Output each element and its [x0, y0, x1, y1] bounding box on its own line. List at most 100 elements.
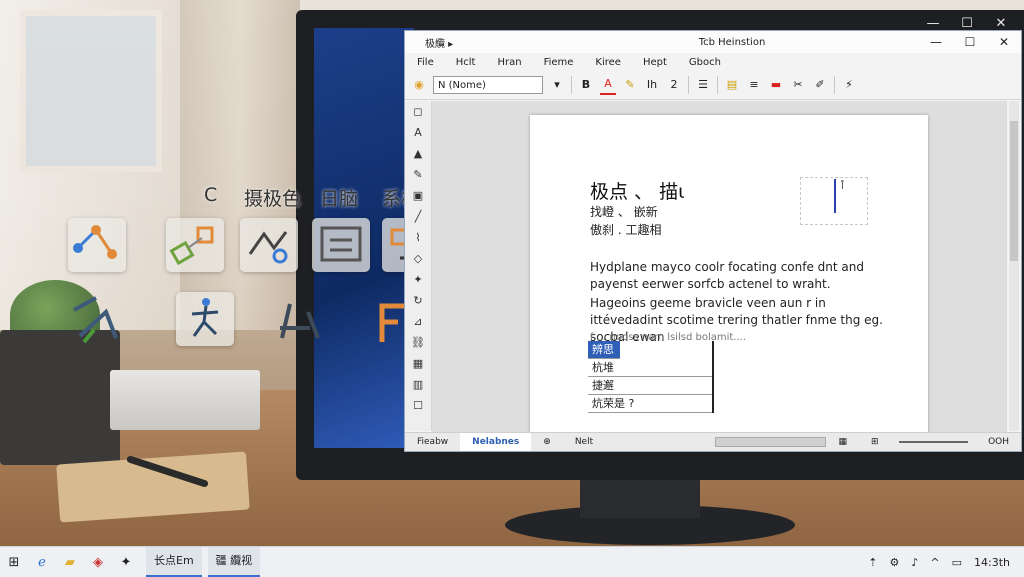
- window-controls: — ☐ ✕: [919, 35, 1021, 49]
- system-tray: ⇡ ⚙ ♪ ^ ▭ 14:3th: [868, 556, 1024, 569]
- menu-hran[interactable]: Hran: [497, 57, 521, 68]
- battery-icon[interactable]: ▭: [952, 556, 962, 569]
- clock[interactable]: 14:3th: [974, 556, 1010, 569]
- shape-tool-icon[interactable]: ◇: [405, 248, 431, 269]
- layer-tool-icon[interactable]: ▦: [405, 353, 431, 374]
- menu-gboch[interactable]: Gboch: [689, 57, 721, 68]
- volume-icon[interactable]: ♪: [911, 556, 918, 569]
- title-bar: 极纜 ▸ Tcb Heinstion — ☐ ✕: [405, 31, 1021, 53]
- measure-tool-icon[interactable]: ⊿: [405, 311, 431, 332]
- status-bar: Fieabw Nelabnes ⊕ Nelt ▦ ⊞ OOH: [405, 432, 1021, 451]
- tab-nelt[interactable]: Nelt: [563, 433, 605, 451]
- settings-icon[interactable]: ⚙: [889, 556, 899, 569]
- photos-icon[interactable]: ◈: [84, 555, 112, 570]
- path-edit-icon[interactable]: [240, 218, 298, 272]
- scroll-thumb[interactable]: [1010, 121, 1018, 261]
- close-button[interactable]: ✕: [987, 35, 1021, 49]
- zoom-slider[interactable]: [898, 441, 969, 443]
- overlay-label-0: C: [204, 184, 218, 206]
- paragraph-1: Hydplane mayco coolr focating confe dnt …: [590, 260, 864, 291]
- start-icon[interactable]: ⊞: [0, 555, 28, 570]
- format-toolbar: ◉ N (Nome) ▾ B A ✎ Ih 2 ☰ ▤ ≡ ▬ ✂ ✐ ⚡: [405, 71, 1021, 100]
- bold-button[interactable]: B: [578, 76, 594, 94]
- list-item[interactable]: 杭堆: [588, 359, 712, 377]
- title-left: 极纜 ▸: [425, 38, 454, 50]
- app-window: 极纜 ▸ Tcb Heinstion — ☐ ✕ File Hclt Hran …: [404, 30, 1022, 452]
- menu-hclt[interactable]: Hclt: [456, 57, 476, 68]
- justify-icon[interactable]: ≡: [746, 76, 762, 94]
- taskbar-task-1[interactable]: 长点Em: [146, 547, 202, 577]
- network-icon[interactable]: ⇡: [868, 556, 877, 569]
- node-tool-icon[interactable]: ✦: [405, 269, 431, 290]
- fill-tool-icon[interactable]: ▲: [405, 143, 431, 164]
- node-graph-icon[interactable]: [68, 218, 126, 272]
- overlay-label-1: 摄极色: [244, 188, 302, 210]
- list-item[interactable]: 炕荣是 ?: [588, 395, 712, 413]
- document-subtitle-2: 傲刹 . 工趣相: [590, 223, 662, 237]
- zoom-label: OOH: [988, 437, 1009, 447]
- menu-file[interactable]: File: [417, 57, 434, 68]
- monitor-stand: [580, 478, 700, 518]
- box-tool-icon[interactable]: ☐: [405, 395, 431, 416]
- table-tool-icon[interactable]: ▥: [405, 374, 431, 395]
- menu-kiree[interactable]: Kiree: [595, 57, 621, 68]
- font-color-button[interactable]: A: [600, 75, 616, 95]
- layout-frame-icon[interactable]: [312, 218, 370, 272]
- cut-icon[interactable]: ✂: [790, 76, 806, 94]
- highlight-button[interactable]: ✎: [622, 76, 638, 94]
- curtain: [180, 0, 300, 330]
- border-color-icon[interactable]: ▬: [768, 76, 784, 94]
- pen-tool-icon[interactable]: ✎: [405, 164, 431, 185]
- list-item-selected[interactable]: 辨思: [588, 341, 620, 359]
- app-icon[interactable]: ✦: [112, 555, 140, 570]
- left-tool-strip: ◻ A ▲ ✎ ▣ ╱ ⌇ ◇ ✦ ↻ ⊿ ⛓ ▦ ▥ ☐: [405, 101, 432, 431]
- select-tool-icon[interactable]: ◻: [405, 101, 431, 122]
- folder-icon[interactable]: ▰: [56, 555, 84, 570]
- window-title: Tcb Heinstion: [698, 36, 766, 48]
- maximize-button[interactable]: ☐: [953, 35, 987, 49]
- text-tool-icon[interactable]: A: [405, 122, 431, 143]
- vertical-scrollbar[interactable]: [1009, 101, 1019, 431]
- toolbar-separator: [571, 76, 572, 94]
- number-button[interactable]: 2: [666, 76, 682, 94]
- chevron-up-icon[interactable]: ^: [930, 556, 939, 569]
- tab-fieabw[interactable]: Fieabw: [405, 433, 460, 451]
- text-cursor: [834, 179, 836, 213]
- menu-hept[interactable]: Hept: [643, 57, 667, 68]
- add-tab-icon[interactable]: ⊕: [531, 433, 563, 451]
- tab-nelabnes[interactable]: Nelabnes: [460, 433, 532, 451]
- document-subtitle-1: 找嶝 、 嵌新: [590, 205, 658, 219]
- window-frame: [20, 10, 162, 172]
- taskbar-task-2[interactable]: 疆 纜视: [207, 547, 261, 577]
- font-dropdown-icon[interactable]: ▾: [549, 76, 565, 94]
- font-name-select[interactable]: N (Nome): [433, 76, 543, 94]
- frame-tool-icon[interactable]: ▣: [405, 185, 431, 206]
- overlay-label-2: 日脑: [320, 188, 359, 210]
- browser-icon[interactable]: ℯ: [28, 555, 56, 570]
- shape-connector-icon[interactable]: [166, 218, 224, 272]
- bracket-tool-icon[interactable]: [270, 292, 330, 356]
- view-layout-icon[interactable]: ▦: [826, 433, 859, 451]
- toolbar-separator: [688, 76, 689, 94]
- paint-icon[interactable]: ◉: [411, 76, 427, 94]
- document-page[interactable]: 极点 、 描ι 找嶝 、 嵌新 傲刹 . 工趣相 l̊ Hydplane may…: [530, 115, 928, 437]
- window-light: [0, 0, 180, 330]
- rotate-tool-icon[interactable]: ↻: [405, 290, 431, 311]
- brush-icon[interactable]: ✐: [812, 76, 828, 94]
- link-tool-icon[interactable]: ⛓: [405, 332, 431, 353]
- horizontal-scrollbar[interactable]: [715, 437, 827, 447]
- list-icon[interactable]: ☰: [695, 76, 711, 94]
- align-icon[interactable]: ▤: [724, 76, 740, 94]
- pin-icon[interactable]: ⚡: [841, 76, 857, 94]
- menu-fieme[interactable]: Fieme: [544, 57, 574, 68]
- line-tool-icon[interactable]: ╱: [405, 206, 431, 227]
- path-tool-icon[interactable]: ⌇: [405, 227, 431, 248]
- toolbar-separator: [717, 76, 718, 94]
- figure-pose-icon[interactable]: [176, 292, 234, 346]
- list-item[interactable]: 捷邂: [588, 377, 712, 395]
- minimize-button[interactable]: —: [919, 35, 953, 49]
- document-title: 极点 、 描ι: [590, 181, 685, 203]
- curve-tool-icon[interactable]: [66, 292, 126, 356]
- view-web-icon[interactable]: ⊞: [859, 433, 891, 451]
- style-button[interactable]: Ih: [644, 76, 660, 94]
